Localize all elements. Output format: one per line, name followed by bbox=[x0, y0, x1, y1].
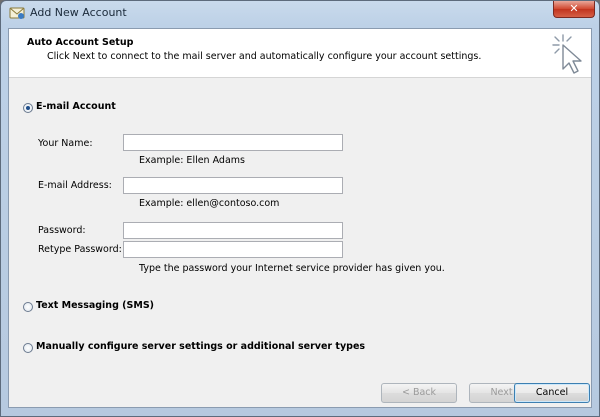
cursor-sparkle-icon bbox=[552, 34, 582, 74]
manual-configure-radio[interactable] bbox=[23, 343, 33, 353]
close-button[interactable]: ✕ bbox=[553, 1, 595, 18]
cancel-button[interactable]: Cancel bbox=[514, 383, 590, 403]
retype-password-label: Retype Password: bbox=[38, 244, 122, 255]
text-messaging-label[interactable]: Text Messaging (SMS) bbox=[36, 300, 154, 311]
back-button[interactable]: < Back bbox=[381, 383, 457, 403]
your-name-input[interactable] bbox=[123, 134, 343, 151]
email-address-label: E-mail Address: bbox=[38, 180, 112, 191]
add-new-account-window: Add New Account ✕ Auto Account Setup Cli… bbox=[0, 0, 600, 417]
title-bar[interactable]: Add New Account ✕ bbox=[1, 1, 599, 25]
retype-password-input[interactable] bbox=[123, 241, 343, 258]
password-label: Password: bbox=[38, 225, 86, 236]
dialog-body: Auto Account Setup Click Next to connect… bbox=[8, 28, 592, 408]
email-account-label[interactable]: E-mail Account bbox=[36, 101, 116, 112]
password-hint: Type the password your Internet service … bbox=[139, 263, 445, 274]
outlook-app-icon bbox=[9, 7, 25, 19]
header-banner: Auto Account Setup Click Next to connect… bbox=[9, 29, 591, 78]
header-title: Auto Account Setup bbox=[27, 37, 134, 48]
password-input[interactable] bbox=[123, 222, 343, 239]
your-name-label: Your Name: bbox=[38, 138, 93, 149]
text-messaging-radio[interactable] bbox=[23, 302, 33, 312]
window-title: Add New Account bbox=[30, 6, 127, 19]
email-address-example: Example: ellen@contoso.com bbox=[139, 198, 280, 209]
manual-configure-label[interactable]: Manually configure server settings or ad… bbox=[36, 341, 365, 352]
your-name-example: Example: Ellen Adams bbox=[139, 155, 245, 166]
header-subtitle: Click Next to connect to the mail server… bbox=[47, 51, 482, 62]
email-address-input[interactable] bbox=[123, 177, 343, 194]
close-icon: ✕ bbox=[569, 2, 579, 15]
email-account-radio[interactable] bbox=[23, 103, 33, 113]
